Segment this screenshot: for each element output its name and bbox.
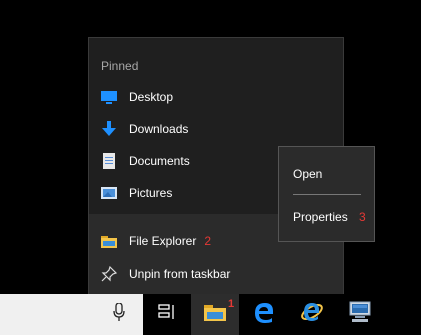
unpin-from-taskbar-item[interactable]: Unpin from taskbar xyxy=(89,259,343,289)
annotation-marker-3: 3 xyxy=(359,210,366,224)
pinned-item-label: Desktop xyxy=(129,90,174,104)
file-explorer-icon xyxy=(204,303,226,326)
edge-icon xyxy=(253,301,275,328)
context-separator xyxy=(293,194,361,195)
context-open[interactable]: Open xyxy=(293,167,322,181)
file-explorer-label: File Explorer xyxy=(129,234,197,248)
pinned-item-label: Downloads xyxy=(129,122,189,136)
pinned-item-downloads[interactable]: Downloads xyxy=(89,114,343,144)
context-properties[interactable]: Properties 3 xyxy=(293,210,366,224)
remote-desktop-taskbar-button[interactable] xyxy=(336,294,384,335)
pinned-header: Pinned xyxy=(101,59,139,73)
download-arrow-icon xyxy=(101,121,117,137)
task-view-icon xyxy=(158,304,176,325)
unpin-icon xyxy=(101,266,117,282)
taskbar: 1 xyxy=(0,294,421,335)
internet-explorer-taskbar-button[interactable] xyxy=(288,294,336,335)
context-menu: Open Properties 3 xyxy=(278,146,375,242)
edge-taskbar-button[interactable] xyxy=(240,294,288,335)
task-view-button[interactable] xyxy=(143,294,191,335)
microphone-button[interactable] xyxy=(95,294,143,335)
annotation-marker-1: 1 xyxy=(228,298,235,310)
desktop-icon xyxy=(101,89,117,105)
annotation-marker-2: 2 xyxy=(204,234,212,248)
internet-explorer-icon xyxy=(300,300,324,329)
document-icon xyxy=(101,153,117,169)
folder-icon xyxy=(101,233,117,249)
pinned-item-label: Documents xyxy=(129,154,190,168)
unpin-label: Unpin from taskbar xyxy=(129,267,231,281)
microphone-icon xyxy=(113,302,125,326)
pinned-item-label: Pictures xyxy=(129,186,173,200)
pictures-icon xyxy=(101,185,117,201)
remote-desktop-icon xyxy=(348,301,372,328)
pinned-item-desktop[interactable]: Desktop xyxy=(89,82,343,112)
context-properties-label: Properties xyxy=(293,210,348,224)
